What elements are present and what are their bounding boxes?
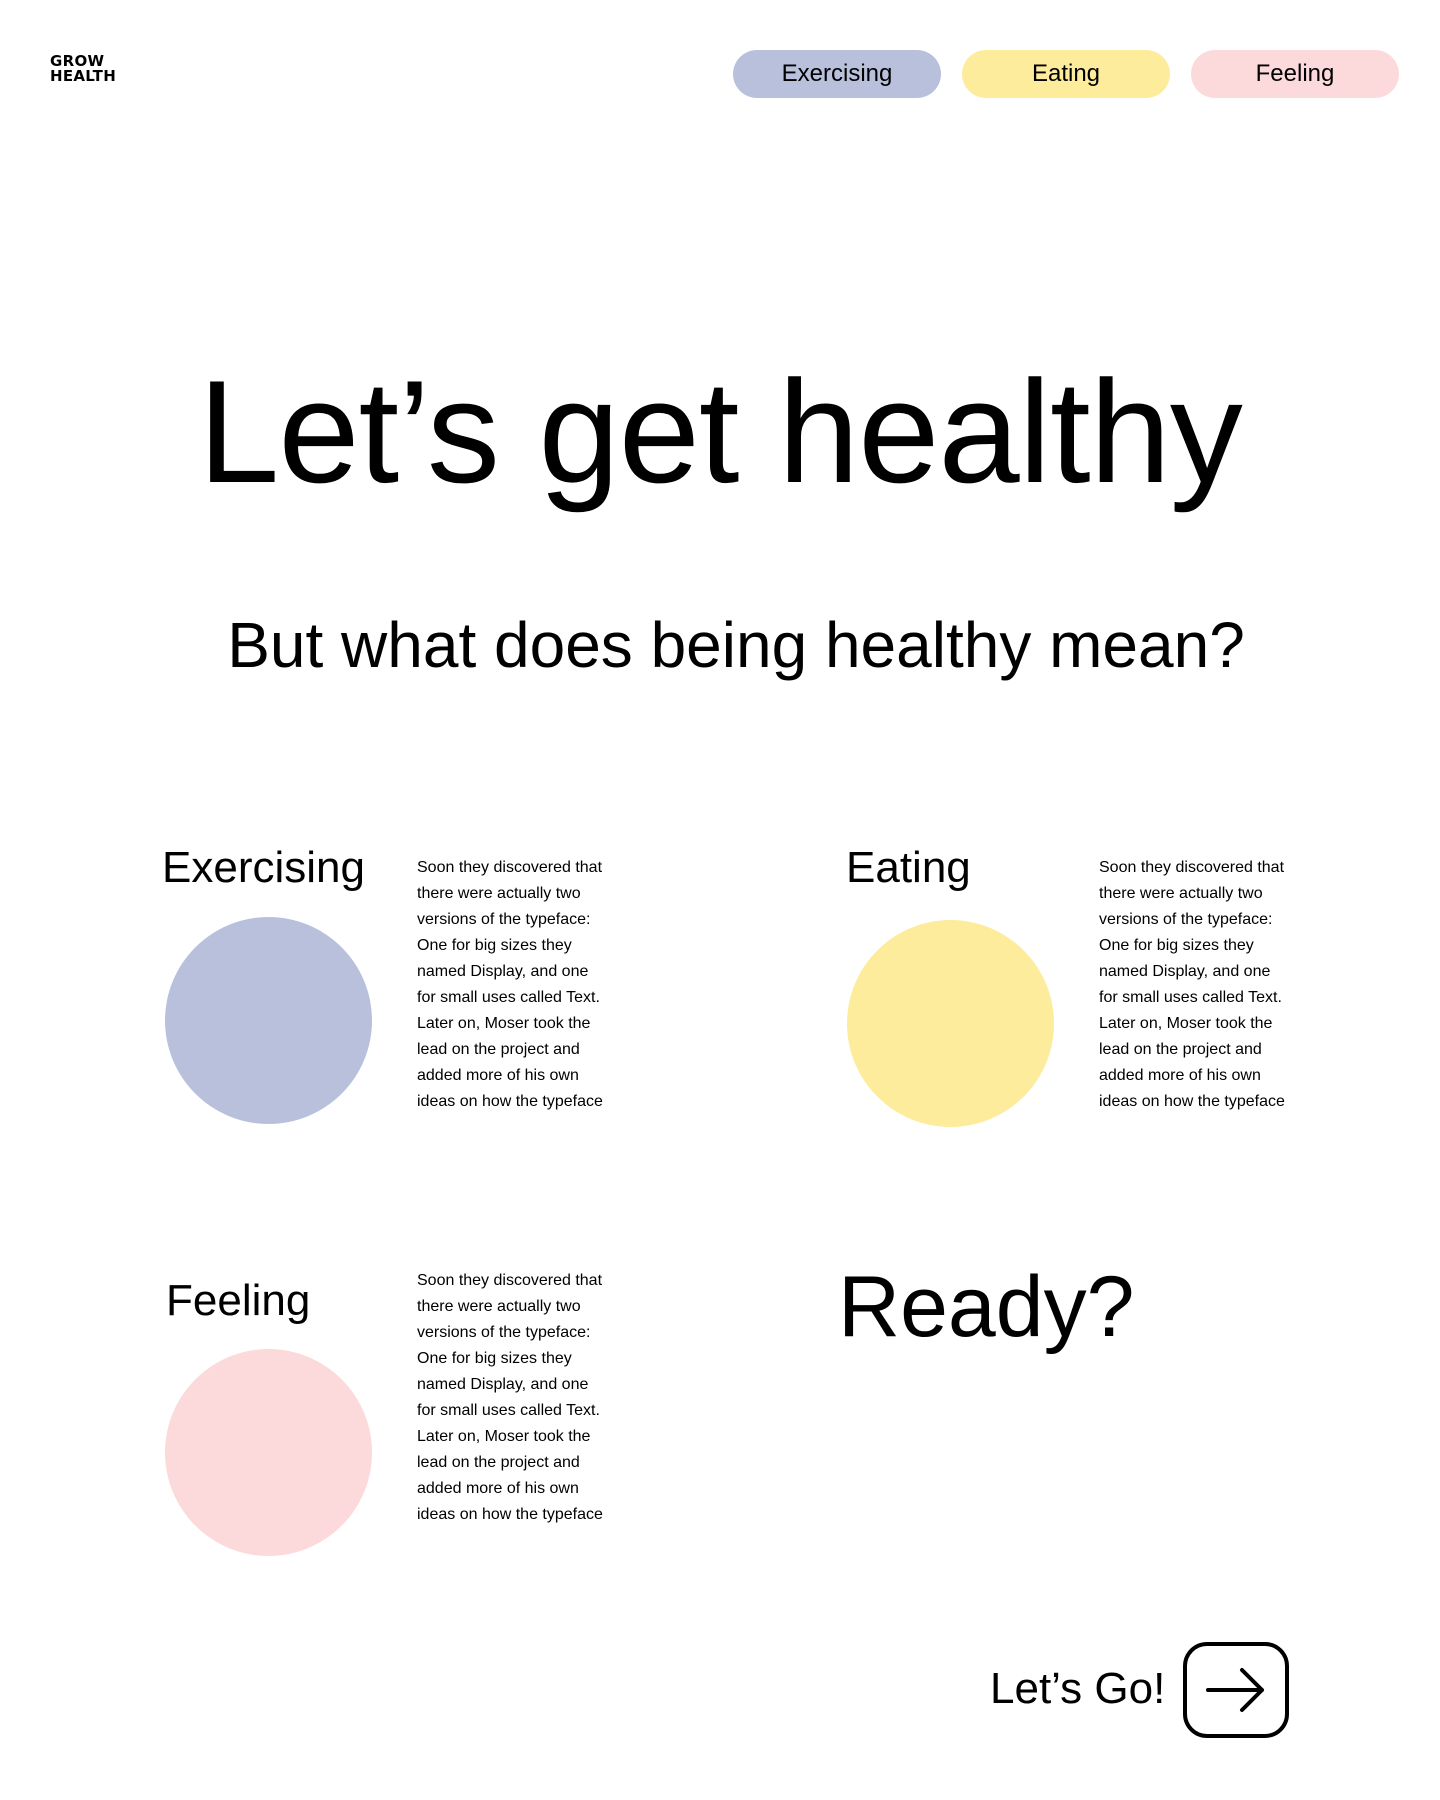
card-feeling-text: Soon they discovered that there were act… — [417, 1272, 603, 1523]
lets-go-button[interactable] — [1183, 1642, 1289, 1738]
nav-exercising-button[interactable]: Exercising — [733, 50, 941, 98]
eating-circle[interactable] — [847, 920, 1054, 1127]
nav-eating-button[interactable]: Eating — [962, 50, 1170, 98]
hero-title: Let’s get healthy — [198, 350, 1243, 513]
card-eating-text: Soon they discovered that there were act… — [1099, 859, 1285, 1110]
card-feeling-title: Feeling — [166, 1276, 311, 1325]
hero-subtitle: But what does being healthy mean? — [227, 609, 1245, 681]
logo-line-health: HEALTH — [50, 67, 117, 85]
card-exercising-title: Exercising — [162, 843, 365, 892]
top-nav: Exercising Eating Feeling — [733, 50, 1399, 98]
ready-heading: Ready? — [838, 1259, 1135, 1355]
exercising-circle[interactable] — [165, 917, 372, 1124]
lets-go-label[interactable]: Let’s Go! — [990, 1662, 1165, 1716]
nav-feeling-button[interactable]: Feeling — [1191, 50, 1399, 98]
card-exercising-text: Soon they discovered that there were act… — [417, 859, 603, 1110]
arrow-right-icon — [1206, 1668, 1264, 1712]
logo[interactable]: GROW HEALTH — [50, 54, 116, 84]
card-eating-title: Eating — [846, 843, 971, 892]
feeling-circle[interactable] — [165, 1349, 372, 1556]
